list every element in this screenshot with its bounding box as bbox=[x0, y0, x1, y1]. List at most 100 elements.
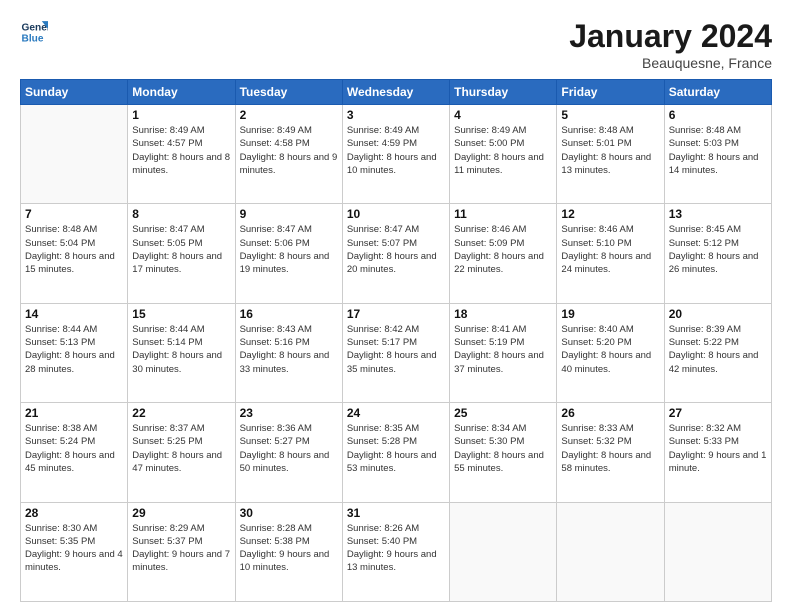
calendar-cell: 6 Sunrise: 8:48 AM Sunset: 5:03 PM Daylig… bbox=[664, 105, 771, 204]
day-info: Sunrise: 8:46 AM Sunset: 5:10 PM Dayligh… bbox=[561, 223, 659, 276]
calendar-cell: 9 Sunrise: 8:47 AM Sunset: 5:06 PM Daylig… bbox=[235, 204, 342, 303]
day-number: 29 bbox=[132, 506, 230, 520]
day-info: Sunrise: 8:48 AM Sunset: 5:01 PM Dayligh… bbox=[561, 124, 659, 177]
day-info: Sunrise: 8:49 AM Sunset: 4:57 PM Dayligh… bbox=[132, 124, 230, 177]
day-info: Sunrise: 8:46 AM Sunset: 5:09 PM Dayligh… bbox=[454, 223, 552, 276]
day-number: 9 bbox=[240, 207, 338, 221]
week-row: 28 Sunrise: 8:30 AM Sunset: 5:35 PM Dayli… bbox=[21, 502, 772, 601]
day-info: Sunrise: 8:47 AM Sunset: 5:05 PM Dayligh… bbox=[132, 223, 230, 276]
calendar-day-header: Monday bbox=[128, 80, 235, 105]
calendar-cell: 30 Sunrise: 8:28 AM Sunset: 5:38 PM Dayli… bbox=[235, 502, 342, 601]
calendar-cell: 28 Sunrise: 8:30 AM Sunset: 5:35 PM Dayli… bbox=[21, 502, 128, 601]
day-number: 1 bbox=[132, 108, 230, 122]
day-number: 22 bbox=[132, 406, 230, 420]
day-info: Sunrise: 8:44 AM Sunset: 5:14 PM Dayligh… bbox=[132, 323, 230, 376]
day-number: 5 bbox=[561, 108, 659, 122]
day-info: Sunrise: 8:49 AM Sunset: 4:59 PM Dayligh… bbox=[347, 124, 445, 177]
day-info: Sunrise: 8:33 AM Sunset: 5:32 PM Dayligh… bbox=[561, 422, 659, 475]
day-info: Sunrise: 8:29 AM Sunset: 5:37 PM Dayligh… bbox=[132, 522, 230, 575]
calendar-day-header: Friday bbox=[557, 80, 664, 105]
calendar-cell: 16Sunrise: 8:43 AM Sunset: 5:16 PM Dayli… bbox=[235, 303, 342, 402]
calendar-cell: 2 Sunrise: 8:49 AM Sunset: 4:58 PM Daylig… bbox=[235, 105, 342, 204]
day-info: Sunrise: 8:49 AM Sunset: 4:58 PM Dayligh… bbox=[240, 124, 338, 177]
calendar-cell: 12 Sunrise: 8:46 AM Sunset: 5:10 PM Dayli… bbox=[557, 204, 664, 303]
day-number: 3 bbox=[347, 108, 445, 122]
day-number: 6 bbox=[669, 108, 767, 122]
day-info: Sunrise: 8:47 AM Sunset: 5:06 PM Dayligh… bbox=[240, 223, 338, 276]
day-info: Sunrise: 8:37 AM Sunset: 5:25 PM Dayligh… bbox=[132, 422, 230, 475]
calendar-cell: 21 Sunrise: 8:38 AM Sunset: 5:24 PM Dayli… bbox=[21, 403, 128, 502]
calendar-cell: 27 Sunrise: 8:32 AM Sunset: 5:33 PM Dayli… bbox=[664, 403, 771, 502]
week-row: 1 Sunrise: 8:49 AM Sunset: 4:57 PM Daylig… bbox=[21, 105, 772, 204]
day-number: 18 bbox=[454, 307, 552, 321]
calendar-cell: 19 Sunrise: 8:40 AM Sunset: 5:20 PM Dayli… bbox=[557, 303, 664, 402]
day-number: 17 bbox=[347, 307, 445, 321]
day-number: 20 bbox=[669, 307, 767, 321]
day-number: 10 bbox=[347, 207, 445, 221]
logo-icon: General Blue bbox=[20, 18, 48, 46]
day-number: 23 bbox=[240, 406, 338, 420]
day-info: Sunrise: 8:48 AM Sunset: 5:03 PM Dayligh… bbox=[669, 124, 767, 177]
day-info: Sunrise: 8:45 AM Sunset: 5:12 PM Dayligh… bbox=[669, 223, 767, 276]
calendar-table: SundayMondayTuesdayWednesdayThursdayFrid… bbox=[20, 79, 772, 602]
day-number: 24 bbox=[347, 406, 445, 420]
day-number: 8 bbox=[132, 207, 230, 221]
page: General Blue January 2024 Beauquesne, Fr… bbox=[0, 0, 792, 612]
day-number: 12 bbox=[561, 207, 659, 221]
calendar-day-header: Tuesday bbox=[235, 80, 342, 105]
day-number: 31 bbox=[347, 506, 445, 520]
calendar-day-header: Sunday bbox=[21, 80, 128, 105]
day-number: 30 bbox=[240, 506, 338, 520]
day-info: Sunrise: 8:39 AM Sunset: 5:22 PM Dayligh… bbox=[669, 323, 767, 376]
week-row: 7 Sunrise: 8:48 AM Sunset: 5:04 PM Daylig… bbox=[21, 204, 772, 303]
day-info: Sunrise: 8:48 AM Sunset: 5:04 PM Dayligh… bbox=[25, 223, 123, 276]
logo: General Blue bbox=[20, 18, 48, 46]
day-info: Sunrise: 8:26 AM Sunset: 5:40 PM Dayligh… bbox=[347, 522, 445, 575]
calendar-cell: 31 Sunrise: 8:26 AM Sunset: 5:40 PM Dayli… bbox=[342, 502, 449, 601]
day-info: Sunrise: 8:34 AM Sunset: 5:30 PM Dayligh… bbox=[454, 422, 552, 475]
day-info: Sunrise: 8:38 AM Sunset: 5:24 PM Dayligh… bbox=[25, 422, 123, 475]
svg-text:Blue: Blue bbox=[22, 33, 44, 44]
day-number: 28 bbox=[25, 506, 123, 520]
calendar-cell: 5 Sunrise: 8:48 AM Sunset: 5:01 PM Daylig… bbox=[557, 105, 664, 204]
svg-text:General: General bbox=[22, 22, 48, 33]
day-number: 16 bbox=[240, 307, 338, 321]
calendar-cell: 20 Sunrise: 8:39 AM Sunset: 5:22 PM Dayli… bbox=[664, 303, 771, 402]
day-info: Sunrise: 8:28 AM Sunset: 5:38 PM Dayligh… bbox=[240, 522, 338, 575]
calendar-cell: 25Sunrise: 8:34 AM Sunset: 5:30 PM Dayli… bbox=[450, 403, 557, 502]
day-number: 4 bbox=[454, 108, 552, 122]
calendar-cell: 14Sunrise: 8:44 AM Sunset: 5:13 PM Dayli… bbox=[21, 303, 128, 402]
month-title: January 2024 bbox=[569, 18, 772, 55]
day-info: Sunrise: 8:49 AM Sunset: 5:00 PM Dayligh… bbox=[454, 124, 552, 177]
calendar-cell: 8 Sunrise: 8:47 AM Sunset: 5:05 PM Daylig… bbox=[128, 204, 235, 303]
week-row: 21 Sunrise: 8:38 AM Sunset: 5:24 PM Dayli… bbox=[21, 403, 772, 502]
day-number: 19 bbox=[561, 307, 659, 321]
calendar-cell: 3 Sunrise: 8:49 AM Sunset: 4:59 PM Daylig… bbox=[342, 105, 449, 204]
day-info: Sunrise: 8:44 AM Sunset: 5:13 PM Dayligh… bbox=[25, 323, 123, 376]
calendar-cell: 1 Sunrise: 8:49 AM Sunset: 4:57 PM Daylig… bbox=[128, 105, 235, 204]
day-info: Sunrise: 8:40 AM Sunset: 5:20 PM Dayligh… bbox=[561, 323, 659, 376]
calendar-cell: 24Sunrise: 8:35 AM Sunset: 5:28 PM Dayli… bbox=[342, 403, 449, 502]
day-number: 7 bbox=[25, 207, 123, 221]
day-number: 21 bbox=[25, 406, 123, 420]
calendar-cell: 13Sunrise: 8:45 AM Sunset: 5:12 PM Dayli… bbox=[664, 204, 771, 303]
day-number: 15 bbox=[132, 307, 230, 321]
day-info: Sunrise: 8:36 AM Sunset: 5:27 PM Dayligh… bbox=[240, 422, 338, 475]
day-number: 27 bbox=[669, 406, 767, 420]
calendar-day-header: Thursday bbox=[450, 80, 557, 105]
calendar-day-header: Saturday bbox=[664, 80, 771, 105]
calendar-cell: 15 Sunrise: 8:44 AM Sunset: 5:14 PM Dayli… bbox=[128, 303, 235, 402]
calendar-cell: 22 Sunrise: 8:37 AM Sunset: 5:25 PM Dayli… bbox=[128, 403, 235, 502]
title-block: January 2024 Beauquesne, France bbox=[569, 18, 772, 71]
calendar-cell: 4 Sunrise: 8:49 AM Sunset: 5:00 PM Daylig… bbox=[450, 105, 557, 204]
day-info: Sunrise: 8:30 AM Sunset: 5:35 PM Dayligh… bbox=[25, 522, 123, 575]
calendar-cell bbox=[450, 502, 557, 601]
calendar-cell bbox=[21, 105, 128, 204]
day-number: 26 bbox=[561, 406, 659, 420]
day-number: 11 bbox=[454, 207, 552, 221]
header: General Blue January 2024 Beauquesne, Fr… bbox=[20, 18, 772, 71]
calendar-day-header: Wednesday bbox=[342, 80, 449, 105]
day-info: Sunrise: 8:42 AM Sunset: 5:17 PM Dayligh… bbox=[347, 323, 445, 376]
day-number: 2 bbox=[240, 108, 338, 122]
day-info: Sunrise: 8:32 AM Sunset: 5:33 PM Dayligh… bbox=[669, 422, 767, 475]
